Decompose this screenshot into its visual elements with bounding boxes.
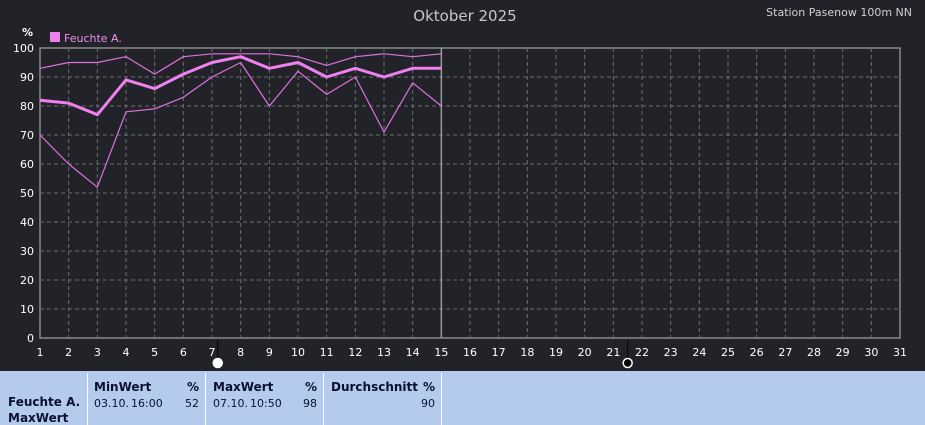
y-tick-label: 10 (20, 303, 34, 316)
x-tick-label: 29 (836, 346, 850, 359)
x-tick-label: 31 (893, 346, 907, 359)
y-tick-label: 20 (20, 274, 34, 287)
y-tick-label: 40 (20, 216, 34, 229)
avg-unit: % (422, 380, 435, 394)
x-tick-label: 13 (377, 346, 391, 359)
x-tick-label: 20 (578, 346, 592, 359)
legend-label: Feuchte A. (64, 32, 122, 45)
chart-title: Oktober 2025 (413, 7, 516, 25)
x-tick-label: 19 (549, 346, 563, 359)
x-tick-label: 23 (664, 346, 678, 359)
avg-header: Durchschnitt (331, 380, 419, 394)
x-tick-label: 12 (348, 346, 362, 359)
x-tick-label: 24 (692, 346, 706, 359)
y-axis-unit: % (22, 26, 33, 39)
min-cell: MinWert % 03.10. 16:00 52 (87, 373, 205, 425)
y-tick-label: 50 (20, 187, 34, 200)
x-tick-label: 9 (266, 346, 273, 359)
x-tick-labels: 1 2 3 4 5 6 7 8 9 10 11 12 13 14 15 16 17 18 19 20 21 22 23 24 2… (37, 346, 908, 359)
x-tick-label: 16 (463, 346, 477, 359)
x-tick-label: 1 (37, 346, 44, 359)
x-tick-label: 6 (180, 346, 187, 359)
min-date: 03.10. (94, 397, 129, 410)
x-tick-label: 11 (320, 346, 334, 359)
x-tick-label: 8 (237, 346, 244, 359)
humidity-chart: Oktober 2025 Station Pasenow 100m NN Feu… (13, 6, 912, 369)
x-tick-label: 10 (291, 346, 305, 359)
y-tick-labels: 0 10 20 30 40 50 60 70 80 90 100 (13, 42, 34, 345)
x-tick-label: 17 (492, 346, 506, 359)
x-tick-label: 22 (635, 346, 649, 359)
x-tick-label: 3 (94, 346, 101, 359)
x-tick-label: 25 (721, 346, 735, 359)
y-tick-label: 70 (20, 129, 34, 142)
x-tick-label: 18 (520, 346, 534, 359)
max-cell: MaxWert % 07.10. 10:50 98 (205, 373, 323, 425)
x-tick-label: 26 (750, 346, 764, 359)
x-tick-label: 7 (209, 346, 216, 359)
x-tick-label: 28 (807, 346, 821, 359)
y-tick-label: 80 (20, 100, 34, 113)
grid (39, 47, 901, 339)
max-time: 10:50 (250, 397, 282, 410)
x-tick-label: 5 (151, 346, 158, 359)
x-tick-label: 30 (864, 346, 878, 359)
min-unit: % (186, 380, 199, 394)
empty-cell (441, 373, 925, 425)
legend-swatch (50, 32, 60, 42)
min-value: 52 (185, 397, 199, 410)
row-label-type: MaxWert (8, 411, 69, 425)
max-value: 98 (303, 397, 317, 410)
max-unit: % (304, 380, 317, 394)
x-tick-label: 2 (65, 346, 72, 359)
x-tick-label: 21 (606, 346, 620, 359)
y-tick-label: 90 (20, 71, 34, 84)
x-tick-label: 14 (406, 346, 420, 359)
y-tick-label: 60 (20, 158, 34, 171)
y-tick-label: 0 (27, 332, 34, 345)
min-header: MinWert (94, 380, 152, 394)
x-tick-label: 15 (434, 346, 448, 359)
row-label-series: Feuchte A. (8, 395, 81, 409)
station-label: Station Pasenow 100m NN (766, 6, 912, 19)
avg-cell: Durchschnitt % 90 (323, 373, 441, 425)
avg-value: 90 (421, 397, 435, 410)
statistics-panel: Feuchte A. MaxWert MinWert % 03.10. 16:0… (0, 371, 925, 425)
x-tick-label: 4 (123, 346, 130, 359)
max-header: MaxWert (213, 380, 274, 394)
min-time: 16:00 (131, 397, 163, 410)
marker-dot (212, 357, 223, 369)
max-date: 07.10. (213, 397, 248, 410)
x-tick-label: 27 (778, 346, 792, 359)
y-tick-label: 100 (13, 42, 34, 55)
y-tick-label: 30 (20, 245, 34, 258)
legend: Feuchte A. (50, 32, 122, 45)
marker-dot (622, 357, 633, 369)
day-markers (212, 340, 633, 369)
